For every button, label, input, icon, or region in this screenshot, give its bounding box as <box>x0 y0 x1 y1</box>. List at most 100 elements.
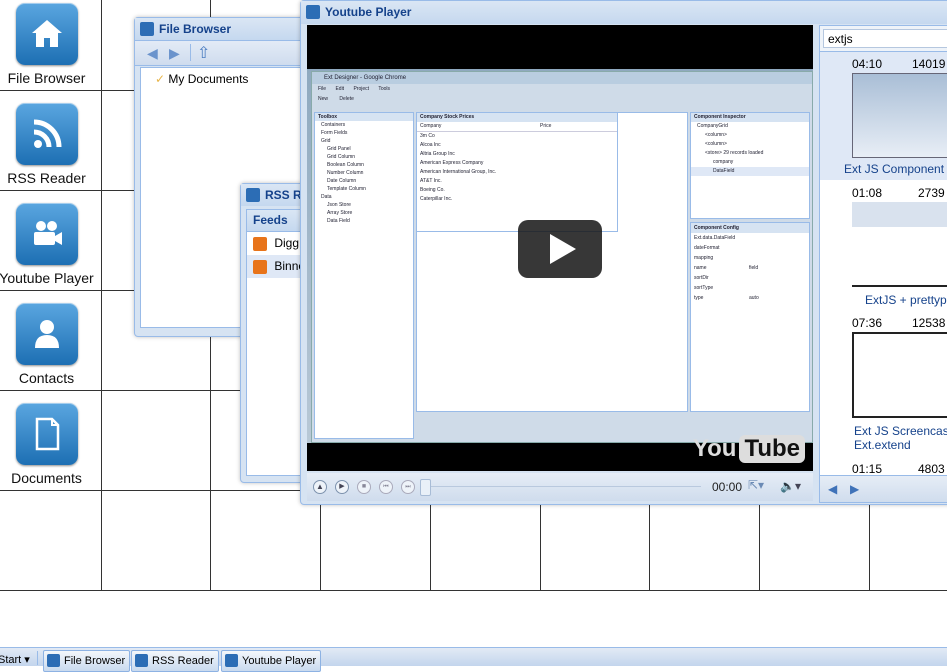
window-titlebar[interactable]: Youtube Player <box>301 1 947 24</box>
taskbar-separator <box>37 651 38 665</box>
video-inspector-item: <column> <box>705 141 727 147</box>
shortcut-contacts[interactable]: Contacts <box>0 300 99 386</box>
video-toolbox-item: Grid <box>321 138 331 144</box>
window-title: Youtube Player <box>325 5 412 19</box>
logo-text: Tube <box>739 435 805 463</box>
video-inspector-title: Component Inspector <box>691 113 809 122</box>
time-display: 00:00 <box>712 480 743 494</box>
shortcut-youtube-player[interactable]: Youtube Player <box>0 200 99 286</box>
search-bar <box>820 26 947 52</box>
video-menu-item: Project <box>353 86 370 92</box>
chevron-down-icon: ▾ <box>24 654 30 666</box>
video-grid-row: 3m Co <box>420 133 435 139</box>
result-views: 14019 v <box>912 57 947 71</box>
video-grid-row: Boeing Co. <box>420 187 445 193</box>
window-title: File Browser <box>159 22 232 36</box>
video-config-key: Ext.data.DataField <box>694 235 736 241</box>
video-toolbox-title: Toolbox <box>315 113 413 121</box>
video-config: Component Config Ext.data.DataField date… <box>690 222 810 412</box>
video-toolbox-item: Containers <box>321 122 346 128</box>
video-screen[interactable]: Ext Designer - Google Chrome File Edit P… <box>307 25 813 471</box>
video-grid-row: American Express Company <box>420 160 484 166</box>
video-menu-item: File <box>318 86 327 92</box>
video-grid-header: Company Price <box>417 122 617 132</box>
video-grid-title: Company Stock Prices <box>417 113 617 122</box>
video-config-key: type <box>694 295 704 301</box>
video-config-title: Component Config <box>691 223 809 233</box>
rss-icon <box>246 188 260 202</box>
video-toolbar-item: Delete <box>339 96 354 102</box>
youtube-logo: You Tube <box>693 435 805 463</box>
result-item[interactable]: 01:08 2739 v ExtJS + prettypri <box>820 181 947 309</box>
start-button[interactable]: Start ▾ <box>0 653 30 666</box>
video-app-title: Ext Designer - Google Chrome <box>312 72 812 84</box>
person-icon <box>15 303 78 365</box>
seek-thumb[interactable] <box>420 479 431 496</box>
video-grid-col: Price <box>540 123 552 129</box>
result-item[interactable]: 07:36 12538 v Ext JS Screencast # Ext.ex… <box>820 310 947 452</box>
video-toolbox: Toolbox Containers Form Fields Grid Grid… <box>314 112 414 439</box>
video-config-value: field <box>749 265 759 271</box>
toolbar-separator <box>190 44 191 61</box>
feed-label: Digg <box>274 236 300 250</box>
shortcut-label: Documents <box>11 470 82 486</box>
window-titlebar[interactable]: File Browser <box>135 18 315 40</box>
video-inspector-item: CompanyGrid <box>697 123 728 129</box>
video-inspector-item: company <box>713 159 734 165</box>
shortcut-label: RSS Reader <box>7 170 86 186</box>
logo-text: You <box>692 435 737 462</box>
result-item[interactable]: 01:15 4803 v <box>820 454 947 476</box>
video-toolbox-item: Data <box>321 194 332 200</box>
back-arrow-icon[interactable]: ◀ <box>147 45 158 62</box>
result-duration: 01:08 <box>852 186 883 200</box>
volume-icon[interactable]: 🔈▾ <box>780 479 801 493</box>
result-views: 2739 v <box>918 186 947 200</box>
up-folder-icon[interactable]: ⇧ <box>197 43 210 63</box>
shortcut-documents[interactable]: Documents <box>0 400 99 486</box>
eject-icon[interactable]: ▲ <box>313 480 327 494</box>
video-camera-icon <box>225 654 238 667</box>
result-title: ExtJS + prettypri <box>865 293 947 307</box>
previous-page-icon[interactable]: ◀ <box>828 482 837 496</box>
seek-track[interactable] <box>431 486 701 487</box>
video-toolbar-item: New <box>318 96 329 102</box>
video-inspector: Component Inspector CompanyGrid <column>… <box>690 112 810 219</box>
play-button[interactable] <box>518 220 602 278</box>
fullscreen-icon[interactable]: ⇱▾ <box>748 478 764 492</box>
video-toolbox-item: Number Column <box>327 170 364 176</box>
shortcut-rss-reader[interactable]: RSS Reader <box>0 100 99 186</box>
taskbar-button-file-browser[interactable]: File Browser <box>43 650 131 672</box>
video-toolbox-item: Form Fields <box>321 130 348 136</box>
video-config-key: sortDir <box>694 275 709 281</box>
results-pager: ◀ ▶ <box>820 475 947 502</box>
tree-node-label: My Documents <box>168 72 249 86</box>
video-toolbox-item: Grid Panel <box>327 146 351 152</box>
search-input[interactable] <box>823 29 947 48</box>
result-duration: 04:10 <box>852 57 883 71</box>
previous-icon[interactable]: ⏮ <box>379 480 393 494</box>
result-item[interactable]: 04:10 14019 v Ext JS Component De <box>820 52 947 180</box>
shortcut-label: File Browser <box>7 70 86 86</box>
play-icon <box>550 234 576 264</box>
taskbar-button-rss-reader[interactable]: RSS Reader <box>131 650 219 672</box>
play-small-icon[interactable]: ▶ <box>335 480 349 494</box>
video-camera-icon <box>306 5 320 19</box>
home-icon <box>47 654 60 667</box>
video-toolbox-item: Array Store <box>327 210 353 216</box>
next-icon[interactable]: ⏭ <box>401 480 415 494</box>
video-config-key: sortType <box>694 285 714 291</box>
shortcut-file-browser[interactable]: File Browser <box>0 0 99 86</box>
youtube-player-window[interactable]: Youtube Player Ext Designer - Google Chr… <box>300 0 947 505</box>
result-thumbnail <box>852 202 947 287</box>
tree-node-my-documents[interactable]: ✓ My Documents <box>155 72 248 86</box>
next-page-icon[interactable]: ▶ <box>850 482 859 496</box>
result-views: 12538 v <box>912 316 947 330</box>
stop-icon[interactable]: ■ <box>357 480 371 494</box>
result-views: 4803 v <box>918 462 947 476</box>
video-grid-row: Caterpillar Inc. <box>420 196 453 202</box>
rss-icon <box>253 259 267 274</box>
forward-arrow-icon[interactable]: ▶ <box>169 45 180 62</box>
home-icon <box>15 3 78 65</box>
rss-icon <box>253 236 267 251</box>
taskbar-button-youtube-player[interactable]: Youtube Player <box>221 650 322 672</box>
